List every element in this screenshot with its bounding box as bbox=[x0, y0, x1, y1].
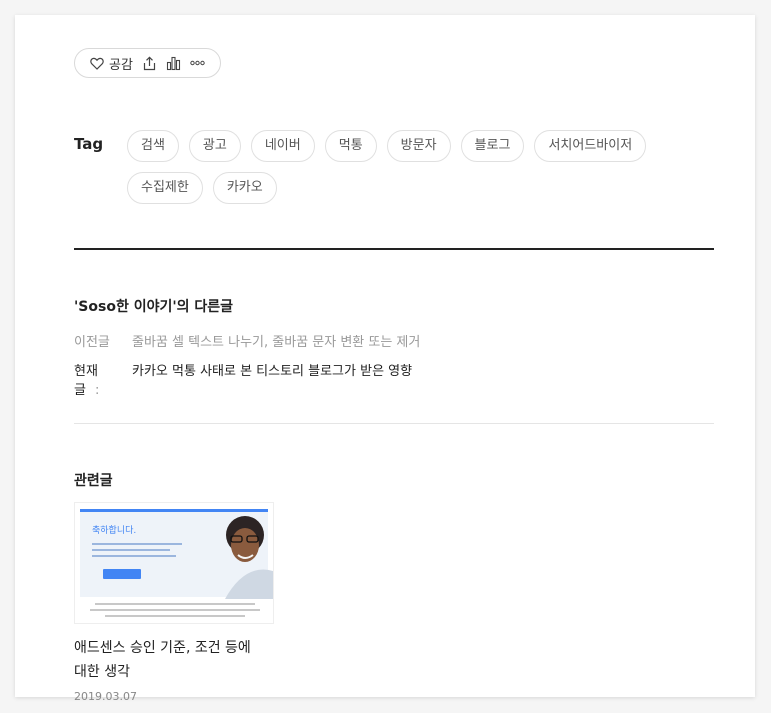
current-post-label: 현재글: bbox=[74, 364, 100, 398]
thumbnail-image: 축하합니다. bbox=[75, 503, 273, 623]
current-post-link[interactable]: 카카오 먹통 사태로 본 티스토리 블로그가 받은 영향 bbox=[132, 360, 412, 398]
like-button[interactable]: 공감 bbox=[90, 54, 133, 73]
related-post-title: 애드센스 승인 기준, 조건 등에 대한 생각 bbox=[74, 640, 251, 680]
tag-chip[interactable]: 서치어드바이저 bbox=[534, 130, 647, 162]
tag-chip[interactable]: 광고 bbox=[188, 130, 241, 162]
share-button[interactable] bbox=[142, 55, 157, 71]
like-label: 공감 bbox=[109, 57, 133, 73]
tag-chip[interactable]: 검색 bbox=[127, 130, 179, 162]
reaction-bar: 공감 bbox=[74, 48, 221, 78]
tag-list: 검색 광고 네이버 먹통 방문자 블로그 서치어드바이저 수집제한 카카오 bbox=[127, 130, 647, 204]
prev-post-row: 이전글 줄바꿈 셀 텍스트 나누기, 줄바꿈 문자 변환 또는 제거 bbox=[74, 331, 420, 350]
thumbnail-heading: 축하합니다. bbox=[92, 525, 136, 536]
other-posts-title: 'Soso한 이야기'의 다른글 bbox=[74, 299, 234, 315]
tag-chip[interactable]: 방문자 bbox=[386, 130, 451, 162]
related-post-thumbnail: 축하합니다. bbox=[74, 502, 274, 624]
post-footer-card: 공감 Tag 검색 광고 네이버 먹통 방문자 블로그 서치어드바이저 수집제한… bbox=[15, 15, 755, 703]
tag-chip[interactable]: 수집제한 bbox=[127, 172, 203, 204]
tag-chip[interactable]: 먹통 bbox=[324, 130, 377, 162]
stats-button[interactable] bbox=[166, 56, 181, 71]
prev-post-link[interactable]: 줄바꿈 셀 텍스트 나누기, 줄바꿈 문자 변환 또는 제거 bbox=[132, 331, 420, 350]
share-icon bbox=[143, 55, 156, 70]
heart-icon bbox=[90, 57, 104, 70]
more-icon bbox=[190, 60, 205, 66]
current-post-separator: : bbox=[94, 383, 100, 398]
stats-icon bbox=[166, 56, 180, 70]
tag-heading: Tag bbox=[74, 135, 104, 153]
related-post-card[interactable]: 축하합니다. 애드센스 승인 기준, 조건 등에 대한 생각 2019.03.0… bbox=[74, 502, 274, 703]
more-button[interactable] bbox=[190, 60, 205, 66]
section-divider-thin bbox=[74, 423, 714, 424]
tag-chip[interactable]: 카카오 bbox=[212, 172, 277, 204]
current-post-row: 현재글: 카카오 먹통 사태로 본 티스토리 블로그가 받은 영향 bbox=[74, 360, 412, 398]
prev-post-label: 이전글 bbox=[74, 335, 110, 350]
section-divider bbox=[74, 248, 714, 250]
related-post-date: 2019.03.07 bbox=[74, 690, 137, 703]
tag-chip[interactable]: 네이버 bbox=[250, 130, 315, 162]
tag-chip[interactable]: 블로그 bbox=[460, 130, 525, 162]
related-posts-title: 관련글 bbox=[74, 473, 113, 489]
